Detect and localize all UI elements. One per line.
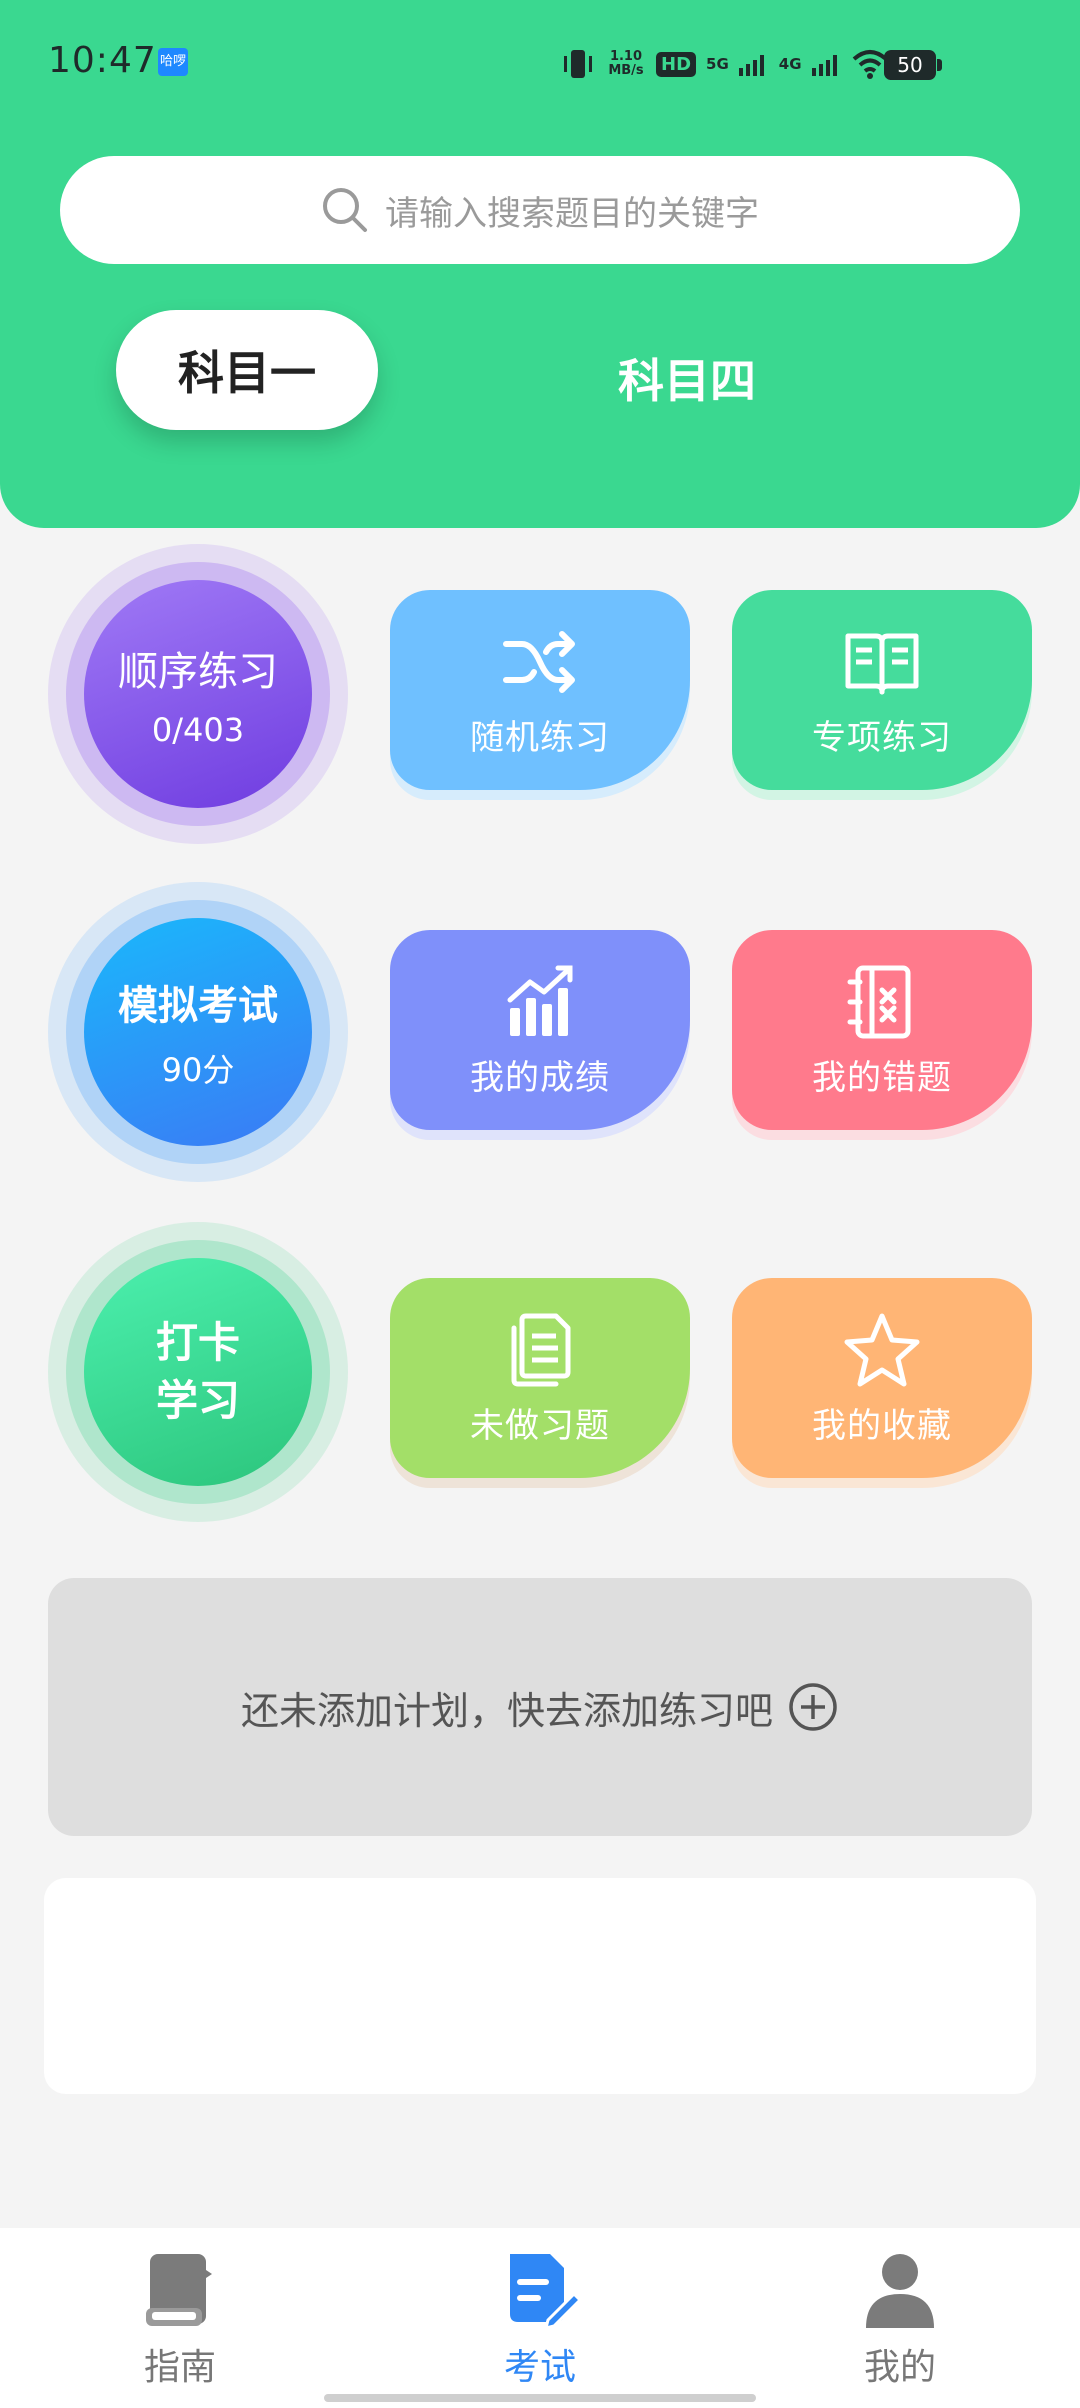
hd-badge: HD: [656, 51, 697, 77]
circle-core: 模拟考试 90分: [84, 918, 312, 1146]
my-mistakes-tile[interactable]: 我的错题: [732, 930, 1032, 1130]
my-scores-label: 我的成绩: [470, 1057, 610, 1098]
tab-subject-one[interactable]: 科目一: [116, 310, 378, 430]
sequential-practice-label: 顺序练习: [118, 649, 278, 695]
check-in-button[interactable]: 打卡 学习: [48, 1222, 348, 1522]
random-practice-tile[interactable]: 随机练习: [390, 590, 690, 790]
nav-exam-label: 考试: [503, 2347, 576, 2388]
documents-icon: [511, 1313, 571, 1386]
my-mistakes-label: 我的错题: [812, 1057, 952, 1098]
open-book-icon: [845, 633, 919, 694]
bottom-nav: 指南 考试 我的: [0, 2228, 1080, 2408]
nav-mine-label: 我的: [863, 2347, 936, 2388]
star-icon: [844, 1313, 920, 1386]
topic-practice-tile[interactable]: 专项练习: [732, 590, 1032, 790]
signal-icon: [811, 55, 837, 76]
signal-icon: [738, 55, 764, 76]
guide-book-icon: [146, 2254, 212, 2326]
net-speed: 1.10 MB/s: [608, 49, 644, 78]
nav-mine[interactable]: 我的: [800, 2248, 1000, 2390]
home-indicator: [324, 2394, 756, 2402]
search-placeholder: 请输入搜索题目的关键字: [385, 193, 759, 234]
add-circle-icon[interactable]: [787, 1681, 839, 1733]
sequential-practice-button[interactable]: 顺序练习 0/403: [48, 544, 348, 844]
my-favorites-tile[interactable]: 我的收藏: [732, 1278, 1032, 1478]
topic-practice-label: 专项练习: [812, 717, 952, 758]
tab-subject-four[interactable]: 科目四: [556, 318, 818, 438]
error-notebook-icon: [847, 965, 911, 1038]
my-scores-tile[interactable]: 我的成绩: [390, 930, 690, 1130]
circle-core: 打卡 学习: [84, 1258, 312, 1486]
search-icon: [323, 188, 367, 232]
empty-content-card: [44, 1878, 1036, 2094]
status-indicators: 1.10 MB/s HD 5G 4G: [560, 42, 888, 86]
search-bar[interactable]: 请输入搜索题目的关键字: [60, 156, 1020, 264]
check-in-label-line2: 学习: [155, 1376, 240, 1425]
nav-exam[interactable]: 考试: [440, 2248, 640, 2390]
nav-guide[interactable]: 指南: [80, 2248, 280, 2390]
battery-indicator: 50: [884, 50, 942, 80]
bar-chart-icon: [507, 965, 573, 1036]
wifi-icon: [852, 50, 887, 79]
plan-empty-text: 还未添加计划，快去添加练习吧: [240, 1688, 773, 1733]
vibrate-icon: [564, 50, 592, 78]
app-notification-icon: 哈啰: [158, 48, 188, 76]
user-icon: [866, 2254, 934, 2328]
undone-questions-tile[interactable]: 未做习题: [390, 1278, 690, 1478]
sim1-label: 5G: [706, 55, 729, 73]
mock-exam-label: 模拟考试: [118, 983, 278, 1029]
nav-guide-label: 指南: [143, 2347, 216, 2388]
my-favorites-label: 我的收藏: [812, 1405, 952, 1446]
add-plan-card[interactable]: 还未添加计划，快去添加练习吧: [48, 1578, 1032, 1836]
mock-exam-button[interactable]: 模拟考试 90分: [48, 882, 348, 1182]
check-in-label-line1: 打卡: [155, 1318, 240, 1367]
status-time: 10:47: [48, 40, 157, 81]
shuffle-icon: [503, 630, 575, 693]
mock-exam-score: 90分: [161, 1051, 235, 1089]
status-bar: 10:47 哈啰 1.10 MB/s HD 5G 4G 50: [0, 0, 1080, 128]
circle-core: 顺序练习 0/403: [84, 580, 312, 808]
sequential-practice-progress: 0/403: [151, 711, 245, 749]
random-practice-label: 随机练习: [470, 717, 610, 758]
exam-edit-icon: [510, 2254, 582, 2331]
undone-questions-label: 未做习题: [470, 1405, 610, 1446]
sim2-label: 4G: [778, 55, 802, 73]
